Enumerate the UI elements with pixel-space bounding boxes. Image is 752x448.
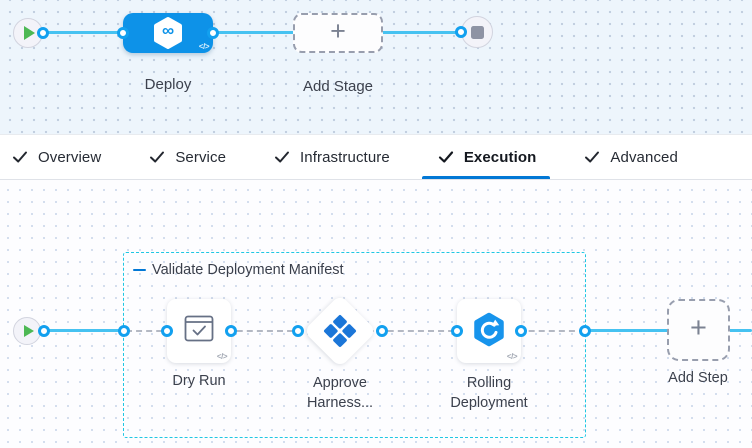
stage-flow-line: [43, 31, 461, 34]
execution-graph-canvas: Validate Deployment Manifest </> Dry Run: [0, 180, 752, 448]
deploy-stage-node[interactable]: ∞ </>: [123, 13, 213, 53]
step-group-header[interactable]: Validate Deployment Manifest: [133, 262, 344, 278]
rolling-deployment-icon: [470, 310, 508, 353]
step-rolling-deployment[interactable]: </>: [457, 299, 521, 363]
end-node-connector[interactable]: [455, 26, 467, 38]
start-node-connector[interactable]: [37, 27, 49, 39]
group-left-connector[interactable]: [118, 325, 130, 337]
add-step-label: Add Step: [648, 370, 748, 386]
approve-left-connector[interactable]: [292, 325, 304, 337]
deploy-stage-label: Deploy: [122, 76, 214, 93]
code-icon: </>: [217, 352, 227, 361]
add-step-button[interactable]: +: [667, 299, 730, 361]
tab-label: Advanced: [610, 149, 678, 166]
collapse-dash-icon: [133, 269, 146, 272]
stage-config-tab-bar: Overview Service Infrastructure Executio…: [0, 134, 752, 180]
group-right-connector[interactable]: [579, 325, 591, 337]
play-icon: [24, 325, 34, 337]
step-dry-run[interactable]: </>: [167, 299, 231, 363]
check-icon: [274, 150, 290, 164]
tab-label: Infrastructure: [300, 149, 390, 166]
code-icon: </>: [507, 352, 517, 361]
check-icon: [12, 150, 28, 164]
step-label-approve: Approve Harness...: [285, 373, 395, 413]
plus-icon: +: [330, 18, 346, 45]
rolling-left-connector[interactable]: [451, 325, 463, 337]
stage-graph-canvas: ∞ </> Deploy + Add Stage: [0, 0, 752, 134]
infinity-icon: ∞: [153, 20, 183, 42]
harness-approval-icon: [322, 313, 358, 349]
code-icon: </>: [199, 42, 209, 51]
dry-run-left-connector[interactable]: [161, 325, 173, 337]
tab-label: Execution: [464, 149, 537, 166]
tab-label: Overview: [38, 149, 101, 166]
step-label-rolling: Rolling Deployment: [434, 373, 544, 413]
pipeline-studio: ∞ </> Deploy + Add Stage Overview Servic…: [0, 0, 752, 448]
add-stage-button[interactable]: +: [293, 13, 383, 53]
deploy-right-connector[interactable]: [207, 27, 219, 39]
tab-overview[interactable]: Overview: [12, 135, 101, 179]
add-stage-label: Add Stage: [292, 78, 384, 95]
tab-advanced[interactable]: Advanced: [584, 135, 678, 179]
harness-stage-icon: ∞: [153, 16, 183, 50]
dry-run-right-connector[interactable]: [225, 325, 237, 337]
exec-flow-line-start: [41, 329, 125, 332]
tab-label: Service: [175, 149, 226, 166]
rolling-right-connector[interactable]: [515, 325, 527, 337]
tab-infrastructure[interactable]: Infrastructure: [274, 135, 390, 179]
stop-icon: [471, 26, 484, 39]
step-group-label: Validate Deployment Manifest: [152, 262, 344, 278]
plus-icon: +: [690, 314, 707, 343]
deploy-left-connector[interactable]: [117, 27, 129, 39]
check-icon: [438, 150, 454, 164]
play-icon: [24, 26, 35, 40]
approve-right-connector[interactable]: [376, 325, 388, 337]
check-icon: [149, 150, 165, 164]
execution-start-node[interactable]: [13, 317, 41, 345]
tab-service[interactable]: Service: [149, 135, 226, 179]
dry-run-check-window-icon: [184, 315, 214, 347]
tab-execution[interactable]: Execution: [438, 135, 537, 179]
check-icon: [584, 150, 600, 164]
exec-start-connector[interactable]: [38, 325, 50, 337]
step-label-dry-run: Dry Run: [144, 371, 254, 391]
